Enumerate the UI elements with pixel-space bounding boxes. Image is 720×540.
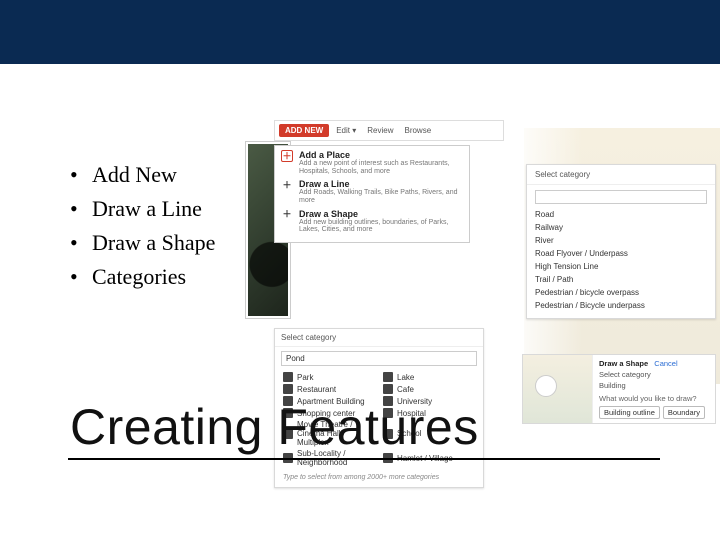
addnew-button[interactable]: ADD NEW (279, 124, 329, 137)
title-underline (68, 458, 660, 460)
popup-row-title[interactable]: Draw a Line (299, 179, 463, 189)
shape-icon: ＋ (281, 209, 293, 221)
park-icon (283, 372, 293, 382)
restaurant-icon (283, 384, 293, 394)
bullet-item: Add New (70, 158, 215, 192)
popup-row-desc: Add new building outlines, boundaries, o… (299, 219, 463, 234)
category-item[interactable]: Road Flyover / Underpass (535, 247, 707, 260)
bullet-list: Add New Draw a Line Draw a Shape Categor… (70, 158, 215, 294)
toolbar-item-browse[interactable]: Browse (400, 125, 435, 136)
building-outline-button[interactable]: Building outline (599, 406, 660, 419)
catgrid-item[interactable]: Restaurant (283, 384, 375, 394)
category-list-header: Select category (527, 165, 715, 185)
category-search-input[interactable] (535, 190, 707, 204)
catgrid-item[interactable]: Park (283, 372, 375, 382)
category-item[interactable]: Pedestrian / bicycle overpass (535, 286, 707, 299)
popup-row-desc: Add Roads, Walking Trails, Bike Paths, R… (299, 189, 463, 204)
bullet-item: Draw a Shape (70, 226, 215, 260)
bullet-text: Categories (92, 264, 186, 289)
screenshot-draw-shape: Draw a Shape Cancel Select category Buil… (522, 354, 716, 424)
slide-body: Add New Draw a Line Draw a Shape Categor… (0, 64, 720, 540)
bullet-text: Draw a Shape (92, 230, 215, 255)
toolbar-item-review[interactable]: Review (363, 125, 397, 136)
boundary-button[interactable]: Boundary (663, 406, 705, 419)
shape-selected-value: Building (599, 381, 709, 390)
popup-row-title[interactable]: Draw a Shape (299, 209, 463, 219)
category-item[interactable]: Railway (535, 221, 707, 234)
line-icon: ＋ (281, 179, 293, 191)
bullet-text: Add New (92, 162, 177, 187)
popup-row-title[interactable]: Add a Place (299, 150, 463, 160)
bullet-item: Categories (70, 260, 215, 294)
shape-panel-title: Draw a Shape (599, 359, 648, 368)
popup-row-desc: Add a new point of interest such as Rest… (299, 160, 463, 175)
category-grid-field[interactable]: Pond (281, 351, 477, 366)
category-item[interactable]: Trail / Path (535, 273, 707, 286)
toolbar-row: ADD NEW Edit ▾ Review Browse (274, 120, 504, 141)
header-bar (0, 0, 720, 64)
screenshot-toolbar: ADD NEW Edit ▾ Review Browse ＋ Add a Pla… (274, 120, 504, 243)
toolbar-item-edit[interactable]: Edit ▾ (332, 125, 360, 136)
mini-map (523, 355, 593, 423)
slide-title: Creating Features (70, 398, 479, 456)
place-icon: ＋ (281, 150, 293, 162)
lake-icon (383, 372, 393, 382)
shape-question: What would you like to draw? (599, 394, 709, 403)
shape-select-label: Select category (599, 370, 709, 379)
category-item[interactable]: Road (535, 208, 707, 221)
category-item[interactable]: High Tension Line (535, 260, 707, 273)
catgrid-footer: Type to select from among 2000+ more cat… (275, 471, 483, 487)
screenshot-category-list: Select category Road Railway River Road … (526, 164, 716, 319)
catgrid-item[interactable]: Lake (383, 372, 475, 382)
addnew-popup: ＋ Add a Place Add a new point of interes… (274, 145, 470, 243)
category-item[interactable]: Pedestrian / Bicycle underpass (535, 299, 707, 312)
category-item[interactable]: River (535, 234, 707, 247)
bullet-text: Draw a Line (92, 196, 202, 221)
cafe-icon (383, 384, 393, 394)
category-grid-header: Select category (275, 329, 483, 347)
bullet-item: Draw a Line (70, 192, 215, 226)
compass-icon (535, 375, 557, 397)
cancel-link[interactable]: Cancel (654, 359, 677, 368)
catgrid-item[interactable]: Cafe (383, 384, 475, 394)
screenshot-collage: ADD NEW Edit ▾ Review Browse ＋ Add a Pla… (250, 128, 720, 428)
